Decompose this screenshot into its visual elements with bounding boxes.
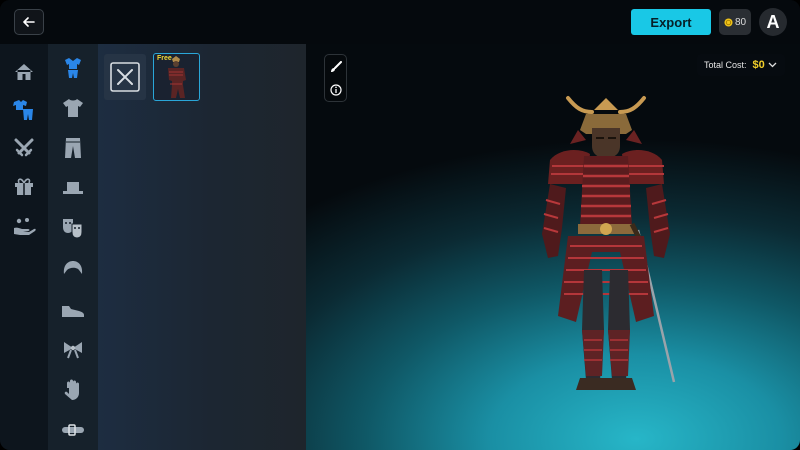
paint-tool-button[interactable] bbox=[325, 56, 346, 78]
subcategory-shirts[interactable] bbox=[59, 94, 87, 122]
crossed-swords-icon bbox=[14, 138, 34, 157]
bow-icon bbox=[64, 342, 82, 359]
export-button[interactable]: Export bbox=[631, 9, 711, 35]
subcategory-belts[interactable] bbox=[59, 416, 87, 444]
item-tile-samurai-armor[interactable]: Free bbox=[153, 53, 200, 101]
x-icon bbox=[110, 62, 140, 92]
coin-count: 80 bbox=[734, 16, 747, 28]
avatar-editor-window: Export 80 A Free Total Cost: $0 bbox=[0, 0, 800, 450]
subcategory-rail bbox=[48, 44, 98, 450]
home-icon bbox=[15, 64, 33, 80]
total-cost-label: Total Cost: bbox=[704, 60, 747, 70]
glove-icon bbox=[64, 379, 79, 400]
hair-icon bbox=[63, 261, 83, 274]
category-emotes[interactable] bbox=[10, 212, 38, 240]
character-viewport[interactable]: Total Cost: $0 bbox=[306, 44, 800, 450]
subcategory-full-outfit[interactable] bbox=[59, 54, 87, 82]
category-home[interactable] bbox=[10, 58, 38, 86]
subcategory-shoes[interactable] bbox=[59, 296, 87, 324]
coin-icon bbox=[724, 17, 733, 27]
category-weapons[interactable] bbox=[10, 134, 38, 162]
category-gifts[interactable] bbox=[10, 172, 38, 200]
hat-icon bbox=[63, 182, 83, 194]
free-badge: Free bbox=[157, 55, 172, 62]
subcategory-masks[interactable] bbox=[59, 214, 87, 242]
brush-icon bbox=[330, 61, 342, 72]
gift-box-icon bbox=[15, 178, 33, 195]
top-bar: Export 80 A bbox=[0, 0, 800, 44]
total-cost-value: $0 bbox=[752, 59, 765, 71]
user-avatar[interactable]: A bbox=[759, 8, 787, 36]
samurai-character-model[interactable] bbox=[506, 90, 706, 420]
outfit-icon bbox=[13, 100, 33, 120]
full-outfit-icon bbox=[65, 58, 81, 78]
subcategory-hats[interactable] bbox=[59, 174, 87, 202]
info-button[interactable] bbox=[325, 79, 346, 101]
subcategory-accessories[interactable] bbox=[59, 336, 87, 364]
masks-icon bbox=[63, 219, 83, 239]
category-rail bbox=[0, 44, 48, 450]
category-outfit[interactable] bbox=[10, 96, 38, 124]
chevron-down-icon bbox=[768, 62, 777, 68]
belt-icon bbox=[62, 424, 84, 436]
arrow-left-icon bbox=[23, 17, 35, 27]
shirt-icon bbox=[63, 99, 83, 117]
pants-icon bbox=[65, 138, 81, 158]
emote-hand-icon bbox=[14, 218, 36, 235]
coin-balance[interactable]: 80 bbox=[719, 9, 751, 35]
remove-item-tile[interactable] bbox=[104, 54, 146, 100]
viewport-toolbox bbox=[324, 54, 347, 102]
subcategory-gloves[interactable] bbox=[59, 376, 87, 404]
shoe-icon bbox=[62, 306, 84, 317]
back-button[interactable] bbox=[14, 9, 44, 35]
items-panel: Free bbox=[98, 44, 306, 450]
subcategory-hair[interactable] bbox=[59, 256, 87, 284]
subcategory-pants[interactable] bbox=[59, 134, 87, 162]
info-icon bbox=[329, 84, 342, 96]
total-cost-dropdown[interactable]: Total Cost: $0 bbox=[697, 54, 785, 76]
